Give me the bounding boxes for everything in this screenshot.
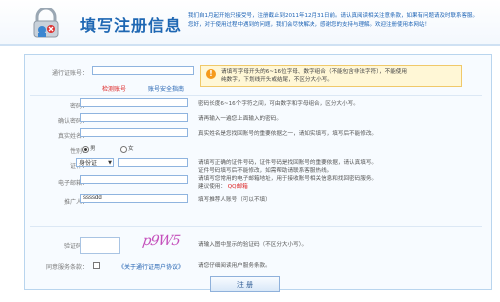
captcha-label: 验证码： (63, 243, 88, 250)
agreement-checkbox[interactable] (93, 262, 100, 269)
registration-notice: 我们自1月起开始只接受号，注册截止到2011年12月31日前。请认真阅读相关注意… (188, 12, 480, 40)
gender-male-radio[interactable] (82, 146, 89, 153)
account-input[interactable] (92, 66, 194, 75)
real-name-label: 真实姓名： (57, 133, 88, 140)
gender-male-label: 男 (90, 146, 96, 152)
divider (30, 95, 482, 96)
agreement-label: 同意服务条款： (45, 264, 88, 271)
notice-line: 您好，对于使用过程中遇到的问题，我们会尽快解决，感谢您的支持与理解。欢迎注册使用… (188, 22, 431, 28)
registration-logo: 填写注册信息 (32, 6, 182, 40)
id-card-hint-line: 请填写正确的证件号码，证件号码是找回账号的重要依据，请认真填写。 (198, 160, 378, 166)
email-hint-line: 请填写您常用的电子邮箱地址，用于接收账号相关信息和找回密码服务。 (198, 176, 378, 182)
user-lock-icon (33, 8, 59, 38)
account-hint-box: 请填写字母开头的6~16位字母、数字组合（不能包含非法字符），不能使用 纯数字，… (200, 65, 462, 87)
captcha-input[interactable] (80, 237, 120, 254)
captcha-hint: 请输入图中显示的验证码（不区分大小写）。 (198, 242, 308, 248)
email-hint-suggest: 建议使用： (198, 184, 226, 190)
referrer-hint: 填写推荐人账号（可以不填） (198, 197, 271, 203)
page-title: 填写注册信息 (80, 16, 183, 35)
password-hint: 密码长度6~16个字符之间，可由数字和字母组合，区分大小写。 (198, 101, 359, 107)
header-divider (0, 44, 500, 46)
gender-female-radio[interactable] (120, 146, 127, 153)
gender-label: 性别： (69, 148, 88, 155)
chevron-down-icon: ▼ (108, 160, 112, 166)
password-input[interactable] (80, 98, 188, 107)
id-card-hint: 请填写正确的证件号码，证件号码是找回账号的重要依据，请认真填写。 证件号码填写后… (198, 159, 478, 175)
password-label: 密码： (69, 103, 88, 110)
real-name-input[interactable] (80, 128, 188, 137)
confirm-password-label: 确认密码： (57, 118, 88, 125)
real-name-hint: 真实姓名是您找回账号的重要依据之一，请如实填写，填写后不能修改。 (198, 131, 378, 137)
captcha-image[interactable]: p9W5 (140, 233, 180, 255)
warning-icon: ! (206, 69, 216, 79)
qq-mail-link[interactable]: QQ邮箱 (228, 184, 248, 190)
divider (30, 226, 482, 227)
check-account-link[interactable]: 检测账号 (102, 84, 126, 93)
account-label: 通行证账号： (51, 70, 88, 77)
notice-line: 我们自1月起开始只接受号，注册截止到2011年12月31日前。请认真阅读相关注意… (188, 13, 478, 19)
id-type-value: 身份证 (79, 160, 98, 167)
account-hint-line: 纯数字，下划线开头或结尾，不区分大小写。 (221, 77, 333, 83)
agreement-link[interactable]: 《关于通行证用户协议》 (118, 262, 184, 271)
id-number-input[interactable] (118, 158, 188, 167)
account-security-link[interactable]: 账号安全指南 (148, 84, 184, 93)
referrer-input[interactable] (80, 194, 188, 203)
email-input[interactable] (80, 175, 188, 184)
id-card-hint-line: 证件号码填写后不能修改，如需帮助请联系客服热线。 (198, 168, 333, 174)
id-type-select[interactable]: 身份证 ▼ (76, 158, 114, 167)
agreement-hint: 请您仔细阅读用户服务条款。 (198, 263, 271, 269)
confirm-password-hint: 请再输入一遍您上面输入的密码。 (198, 116, 282, 122)
email-hint-line: 建议使用： QQ邮箱 (198, 183, 478, 191)
page-header: 填写注册信息 我们自1月起开始只接受号，注册截止到2011年12月31日前。请认… (0, 0, 500, 44)
confirm-password-input[interactable] (80, 113, 188, 122)
email-hint: 请填写您常用的电子邮箱地址，用于接收账号相关信息和找回密码服务。 建议使用： Q… (198, 175, 478, 191)
account-hint-line: 请填写字母开头的6~16位字母、数字组合（不能包含非法字符），不能使用 (221, 69, 407, 75)
register-button[interactable]: 注 册 (210, 276, 280, 292)
gender-female-label: 女 (128, 146, 134, 152)
email-label: 电子邮箱： (57, 180, 88, 187)
referrer-label: 推广人： (63, 199, 88, 206)
